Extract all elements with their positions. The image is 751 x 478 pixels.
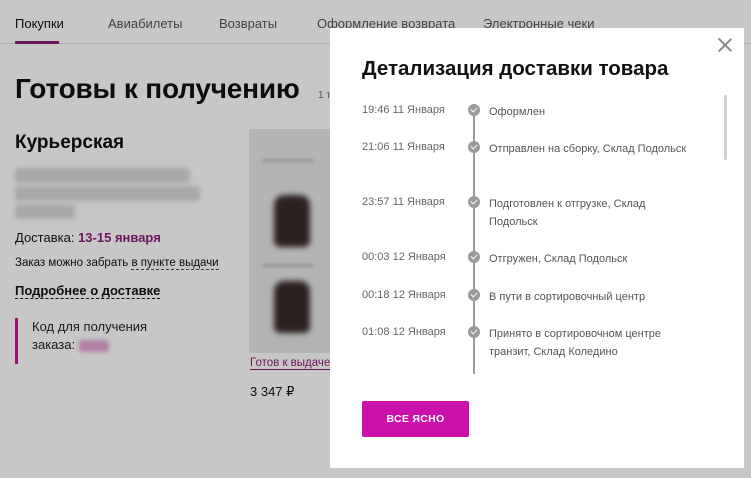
event-time: 00:18 12 Января — [362, 289, 446, 301]
event-text: Подготовлен к отгрузке, Склад Подольск — [489, 198, 646, 228]
event-time: 21:06 11 Января — [362, 141, 445, 153]
check-icon — [468, 289, 480, 301]
event-text: В пути в сортировочный центр — [489, 291, 646, 303]
ok-button[interactable]: ВСЕ ЯСНО — [362, 401, 469, 437]
event-text: Отгружен, Склад Подольск — [489, 253, 628, 265]
event-text: Принято в сортировочном центре транзит, … — [489, 328, 662, 358]
event-time: 01:08 12 Января — [362, 326, 446, 338]
event-text: Отправлен на сборку, Склад Подольск — [489, 143, 687, 155]
event-time: 23:57 11 Января — [362, 196, 445, 208]
check-icon — [468, 326, 480, 338]
event-text: Оформлен — [489, 106, 546, 118]
check-icon — [468, 251, 480, 263]
modal-title: Детализация доставки товара — [362, 57, 669, 80]
check-icon — [468, 141, 480, 153]
event-time: 00:03 12 Января — [362, 251, 446, 263]
delivery-timeline[interactable]: 19:46 11 Января Оформлен 21:06 11 Января… — [330, 88, 744, 374]
check-icon — [468, 196, 480, 208]
close-icon[interactable] — [716, 36, 734, 54]
timeline-scrollbar[interactable] — [724, 95, 727, 160]
check-icon — [468, 104, 480, 116]
event-time: 19:46 11 Января — [362, 104, 445, 116]
delivery-details-modal: Детализация доставки товара 19:46 11 Янв… — [330, 28, 744, 468]
